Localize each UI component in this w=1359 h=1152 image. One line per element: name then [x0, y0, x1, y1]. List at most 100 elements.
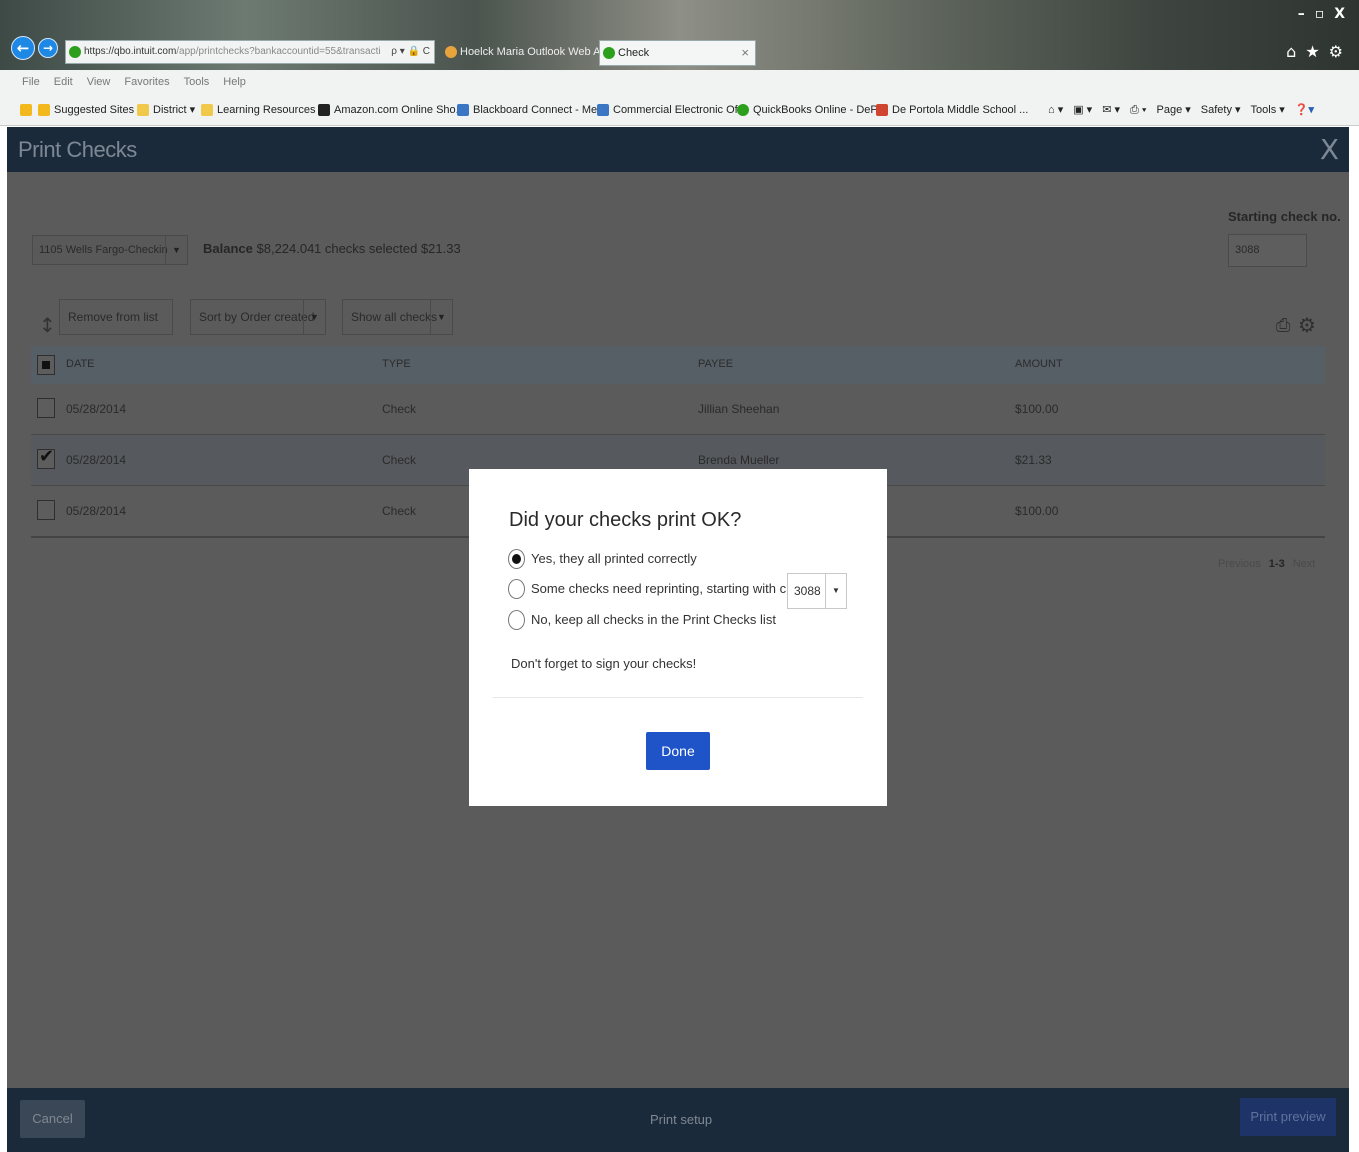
cell-amount: $100.00 — [1015, 504, 1059, 518]
fav-label: Blackboard Connect - Me... — [473, 104, 607, 116]
row-checkbox[interactable] — [37, 398, 55, 418]
amazon-icon — [318, 104, 330, 116]
reprint-start-select[interactable]: 3088 ▼ — [787, 573, 847, 609]
account-select[interactable]: 1105 Wells Fargo-Checkin ▼ — [32, 235, 188, 265]
sort-order-icon[interactable]: ↕ — [39, 313, 56, 337]
option-label: No, keep all checks in the Print Checks … — [531, 612, 776, 627]
table-row[interactable]: 05/28/2014 Check Jillian Sheehan $100.00 — [31, 384, 1325, 435]
pagination: Previous 1-3 Next — [1218, 558, 1315, 570]
bing-icon — [38, 104, 50, 116]
previous-link[interactable]: Previous — [1218, 558, 1261, 570]
menu-favorites[interactable]: Favorites — [124, 70, 169, 94]
select-value: Sort by Order created — [199, 310, 315, 324]
cancel-button[interactable]: Cancel — [20, 1100, 85, 1138]
browser-tab-check[interactable]: Check × — [599, 40, 756, 66]
home-icon[interactable]: ⌂ — [1286, 42, 1296, 61]
menu-help[interactable]: Help — [223, 70, 246, 94]
radio-button[interactable] — [508, 610, 525, 630]
button-label: Remove from list — [68, 310, 159, 324]
close-icon[interactable]: X — [1320, 133, 1339, 166]
gear-icon[interactable]: ⚙ — [1298, 313, 1316, 337]
maximize-button[interactable]: ▫ — [1315, 6, 1325, 22]
quickbooks-icon — [737, 104, 749, 116]
url-path: /app/printchecks?bankaccountid=55&transa… — [176, 46, 381, 57]
select-all-checkbox[interactable] — [37, 355, 55, 375]
back-button[interactable]: ← — [11, 36, 35, 60]
fav-learning-resources[interactable]: Learning Resources ▾ — [201, 94, 324, 126]
row-checkbox[interactable]: ✔ — [37, 446, 55, 469]
cell-type: Check — [382, 402, 417, 416]
print-setup-link[interactable]: Print setup — [650, 1112, 712, 1127]
select-value: 3088 — [794, 584, 821, 598]
starting-check-input[interactable]: 3088 — [1228, 234, 1307, 267]
next-link[interactable]: Next — [1293, 558, 1316, 570]
column-date[interactable]: DATE — [66, 358, 95, 370]
fav-quickbooks[interactable]: QuickBooks Online - DeP... — [737, 94, 885, 126]
menu-bar: File Edit View Favorites Tools Help — [0, 70, 1359, 94]
starting-check-label: Starting check no. — [1228, 209, 1341, 224]
select-value: Show all checks — [351, 310, 438, 324]
mail-icon[interactable]: ✉ ▾ — [1102, 94, 1120, 126]
fav-amazon[interactable]: Amazon.com Online Sho... — [318, 94, 465, 126]
radio-button[interactable] — [508, 579, 525, 599]
page-menu[interactable]: Page ▾ — [1157, 94, 1191, 126]
browser-titlebar: – ▫ X ← → https://qbo.intuit.com/app/pri… — [0, 0, 1359, 70]
print-icon[interactable]: ⎙ ▾ — [1130, 94, 1146, 126]
cell-type: Check — [382, 453, 417, 467]
menu-tools[interactable]: Tools — [184, 70, 210, 94]
forward-button[interactable]: → — [38, 38, 58, 58]
help-icon[interactable]: ❓▾ — [1295, 94, 1314, 126]
settings-gear-icon[interactable]: ⚙ — [1329, 42, 1343, 61]
url-host: qbo.intuit.com — [114, 46, 177, 57]
done-button[interactable]: Done — [646, 732, 710, 770]
school-icon — [876, 104, 888, 116]
home-icon[interactable]: ⌂ ▾ — [1048, 94, 1063, 126]
column-payee[interactable]: PAYEE — [698, 358, 733, 370]
fav-commercial-electronic[interactable]: Commercial Electronic Of... — [597, 94, 747, 126]
address-bar[interactable]: https://qbo.intuit.com/app/printchecks?b… — [65, 40, 435, 64]
account-value: 1105 Wells Fargo-Checkin — [39, 244, 168, 256]
folder-icon — [201, 104, 213, 116]
radio-button[interactable] — [508, 549, 525, 569]
menu-edit[interactable]: Edit — [54, 70, 73, 94]
column-type[interactable]: TYPE — [382, 358, 411, 370]
print-preview-button[interactable]: Print preview — [1240, 1098, 1336, 1136]
sort-by-select[interactable]: Sort by Order created ▼ — [190, 299, 326, 335]
cell-date: 05/28/2014 — [66, 504, 127, 518]
row-checkbox[interactable] — [37, 500, 55, 520]
column-amount[interactable]: AMOUNT — [1015, 358, 1063, 370]
dialog-title: Did your checks print OK? — [509, 509, 742, 531]
chevron-down-icon: ▼ — [430, 300, 452, 334]
remove-from-list-button[interactable]: Remove from list — [59, 299, 173, 335]
fav-suggested-sites[interactable]: Suggested Sites ▾ — [38, 94, 143, 126]
fav-district[interactable]: District ▾ — [137, 94, 195, 126]
balance: Balance $8,224.04 — [203, 241, 314, 256]
menu-view[interactable]: View — [87, 70, 111, 94]
close-window-button[interactable]: X — [1334, 6, 1345, 22]
printer-icon[interactable]: ⎙ — [1276, 315, 1290, 336]
favorites-star-icon[interactable]: ★ — [1305, 42, 1319, 61]
browser-tab-outlook[interactable]: Hoelck Maria Outlook Web A... — [442, 40, 610, 66]
safety-menu[interactable]: Safety ▾ — [1201, 94, 1241, 126]
fav-blackboard[interactable]: Blackboard Connect - Me... — [457, 94, 606, 126]
table-header: DATE TYPE PAYEE AMOUNT — [31, 346, 1325, 384]
show-checks-select[interactable]: Show all checks ▼ — [342, 299, 453, 335]
menu-file[interactable]: File — [22, 70, 40, 94]
folder-icon — [137, 104, 149, 116]
fav-label: Commercial Electronic Of... — [613, 104, 747, 116]
dialog-divider — [493, 697, 863, 698]
minimize-button[interactable]: – — [1298, 6, 1305, 22]
feeds-icon[interactable]: ▣ ▾ — [1073, 94, 1092, 126]
fav-label: De Portola Middle School ... — [892, 104, 1029, 116]
cell-amount: $21.33 — [1015, 453, 1052, 467]
cell-type: Check — [382, 504, 417, 518]
fav-de-portola[interactable]: De Portola Middle School ... — [876, 94, 1028, 126]
tools-menu[interactable]: Tools ▾ — [1251, 94, 1285, 126]
cell-payee: Jillian Sheehan — [698, 402, 780, 416]
window-controls: – ▫ X — [1298, 6, 1345, 22]
fav-label: District ▾ — [153, 104, 196, 116]
address-bar-controls[interactable]: ρ ▾ 🔒 C — [391, 41, 430, 63]
balance-value: $8,224.04 — [256, 241, 315, 256]
star-icon — [20, 104, 32, 116]
tab-close-icon[interactable]: × — [741, 41, 749, 65]
